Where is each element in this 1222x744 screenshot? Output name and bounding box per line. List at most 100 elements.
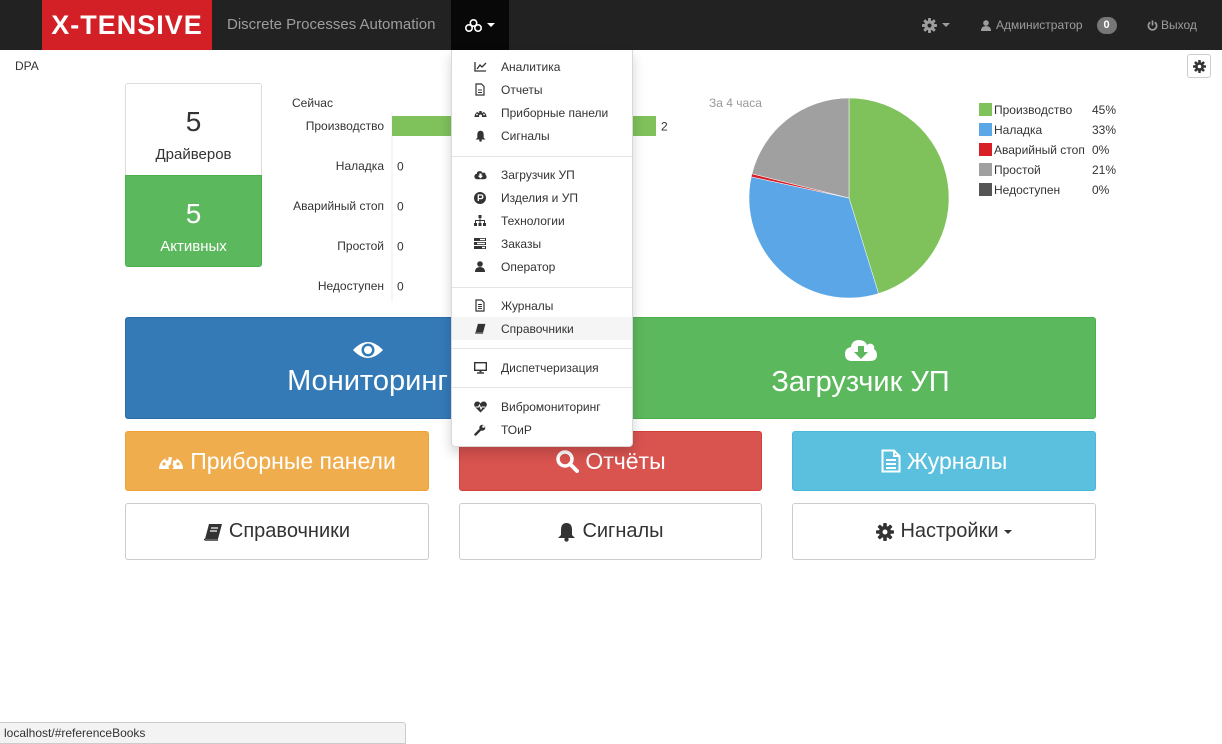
menu-item-label: Аналитика: [501, 59, 561, 74]
legend-swatch: [979, 143, 992, 156]
menu-divider: [452, 287, 632, 288]
legend-swatch: [979, 103, 992, 116]
file-text-icon: [473, 299, 487, 313]
now-bar-value: 0: [397, 200, 404, 214]
gear-icon: [876, 522, 895, 541]
active-label: Активных: [160, 238, 227, 255]
file-icon: [473, 83, 487, 97]
settings-label: Настройки: [900, 520, 999, 542]
book-icon: [473, 322, 487, 336]
logout-link[interactable]: Выход: [1147, 0, 1197, 50]
legend-value: 0%: [1092, 143, 1110, 157]
legend-value: 21%: [1092, 163, 1117, 177]
tasks-icon: [473, 237, 487, 251]
gear-icon: [922, 17, 937, 33]
now-bar-value: 0: [397, 280, 404, 294]
gear-icon: [1192, 59, 1206, 73]
app-title[interactable]: Discrete Processes Automation: [227, 0, 435, 50]
menu-item-label: Отчеты: [501, 82, 543, 97]
cubes-icon: [465, 18, 482, 32]
menu-item-dispatching[interactable]: Диспетчеризация: [452, 356, 632, 379]
menu-item-label: Загрузчик УП: [501, 167, 575, 182]
sitemap-icon: [473, 214, 487, 228]
dashboard-icon: [473, 106, 487, 120]
menu-item-analytics[interactable]: Аналитика: [452, 55, 632, 78]
menu-item-orders[interactable]: Заказы: [452, 232, 632, 255]
menu-item-instrument-panels[interactable]: Приборные панели: [452, 101, 632, 124]
journals-tile[interactable]: Журналы: [792, 431, 1096, 491]
book-icon: [203, 523, 222, 541]
signals-label: Сигналы: [582, 520, 664, 542]
active-counter[interactable]: 5 Активных: [125, 175, 262, 267]
menu-item-maintenance[interactable]: ТОиР: [452, 418, 632, 441]
now-bar-value: 2: [661, 120, 668, 134]
line-chart-icon: [473, 60, 487, 74]
user-menu[interactable]: Администратор 0: [981, 0, 1117, 50]
drivers-counter[interactable]: 5 Драйверов: [125, 83, 262, 175]
now-row-label: Аварийный стоп: [293, 199, 384, 213]
reference-books-tile[interactable]: Справочники: [125, 503, 429, 560]
menu-item-technologies[interactable]: Технологии: [452, 209, 632, 232]
legend-name: Недоступен: [994, 183, 1061, 197]
page-settings-button[interactable]: [1187, 54, 1211, 78]
menu-item-label: Приборные панели: [501, 105, 609, 120]
settings-menu-toggle[interactable]: [922, 0, 950, 50]
menu-item-journals[interactable]: Журналы: [452, 294, 632, 317]
now-row-label: Наладка: [335, 159, 384, 173]
user-icon: [473, 260, 487, 274]
now-row-label: Простой: [337, 239, 384, 253]
dashboard-icon: [159, 456, 184, 470]
loader-label: Загрузчик УП: [771, 365, 950, 398]
menu-item-label: Изделия и УП: [501, 190, 578, 205]
monitoring-label: Мониторинг: [287, 364, 448, 397]
brand-logo[interactable]: X-TENSIVE: [42, 0, 212, 50]
legend-value: 33%: [1092, 123, 1117, 137]
caret-down-icon: [487, 23, 495, 27]
menu-item-label: Оператор: [501, 259, 556, 274]
menu-item-operator[interactable]: Оператор: [452, 255, 632, 278]
navbar: X-TENSIVE Discrete Processes Automation: [0, 0, 1222, 50]
loader-tile[interactable]: Загрузчик УП: [625, 317, 1096, 419]
menu-item-label: Диспетчеризация: [501, 360, 599, 375]
menu-item-label: Журналы: [501, 298, 554, 313]
breadcrumb: DPA: [15, 59, 39, 73]
drivers-label: Драйверов: [155, 146, 232, 163]
signals-tile[interactable]: Сигналы: [459, 503, 762, 560]
now-row-label: Производство: [305, 119, 384, 133]
now-row-label: Недоступен: [317, 279, 384, 293]
legend-swatch: [979, 163, 992, 176]
caret-down-icon: [1003, 529, 1012, 534]
active-count: 5: [185, 198, 202, 229]
pie-chart: [748, 97, 950, 299]
now-bar-value: 0: [397, 160, 404, 174]
reference-books-label: Справочники: [228, 520, 351, 542]
reports-label: Отчёты: [585, 447, 666, 474]
menu-item-products[interactable]: Изделия и УП: [452, 186, 632, 209]
legend-name: Наладка: [994, 123, 1043, 137]
heartbeat-icon: [473, 400, 487, 414]
menu-item-label: Технологии: [501, 213, 565, 228]
journals-label: Журналы: [906, 447, 1008, 474]
instrument-panels-label: Приборные панели: [190, 447, 396, 474]
now-chart-title: Сейчас: [292, 96, 333, 110]
menu-item-reference-books[interactable]: Справочники: [452, 317, 632, 340]
menu-item-vibration-monitoring[interactable]: Вибромониторинг: [452, 395, 632, 418]
legend-name: Производство: [994, 103, 1073, 117]
notification-badge[interactable]: 0: [1096, 16, 1117, 34]
file-text-icon: [881, 449, 901, 473]
now-bar-value: 0: [397, 240, 404, 254]
menu-item-program-loader[interactable]: Загрузчик УП: [452, 163, 632, 186]
legend-value: 45%: [1092, 103, 1117, 117]
instrument-panels-tile[interactable]: Приборные панели: [125, 431, 429, 491]
apps-menu-toggle[interactable]: [451, 0, 509, 50]
eye-icon: [352, 341, 383, 358]
logout-label: Выход: [1161, 18, 1197, 32]
menu-item-reports[interactable]: Отчеты: [452, 78, 632, 101]
menu-divider: [452, 348, 632, 349]
menu-divider: [452, 387, 632, 388]
desktop-icon: [473, 361, 487, 375]
bell-icon: [558, 522, 576, 542]
settings-tile[interactable]: Настройки: [792, 503, 1096, 560]
menu-item-signals[interactable]: Сигналы: [452, 124, 632, 147]
legend-name: Простой: [994, 163, 1041, 177]
